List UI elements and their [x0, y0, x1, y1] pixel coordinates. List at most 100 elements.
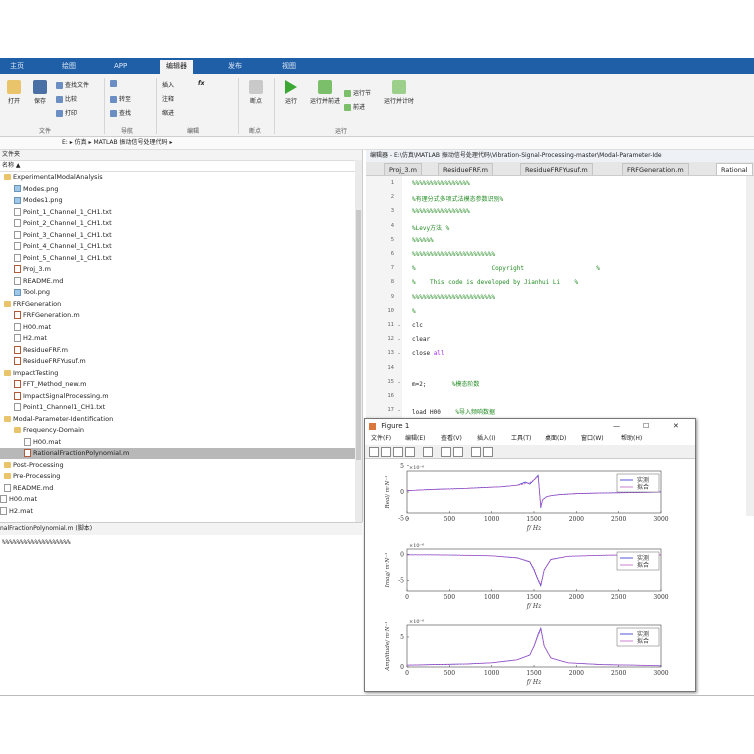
- save-button[interactable]: 保存: [30, 80, 50, 105]
- editor-scrollbar[interactable]: [746, 176, 754, 516]
- folder-item[interactable]: Modal-Parameter-Identification: [0, 414, 356, 425]
- file-item[interactable]: Point_3_Channel_1_CH1.txt: [0, 230, 362, 241]
- menu-file[interactable]: 文件(F): [371, 433, 391, 445]
- folder-item[interactable]: Pre-Processing: [0, 471, 356, 482]
- file-item[interactable]: Point_4_Channel_1_CH1.txt: [0, 241, 362, 252]
- code-line[interactable]: %%%%%%%%%%%%%%%%%%%%%%%: [412, 251, 495, 258]
- file-item[interactable]: RationalFractionPolynomial.m: [0, 448, 362, 459]
- file-item[interactable]: H00.mat: [0, 494, 352, 505]
- file-item[interactable]: H00.mat: [0, 437, 362, 448]
- file-item[interactable]: Modes.png: [0, 184, 362, 195]
- code-line[interactable]: %%%%%%%%%%%%%%%%: [412, 180, 470, 187]
- code-line[interactable]: %%%%%%%%%%%%%%%%%%%%%%%: [412, 294, 495, 301]
- indent-button[interactable]: 缩进: [162, 108, 174, 117]
- breakpoint-marker[interactable]: -: [398, 379, 400, 386]
- file-item[interactable]: Tool.png: [0, 287, 362, 298]
- editor-tab[interactable]: FRFGeneration.m: [622, 163, 689, 175]
- file-item[interactable]: H00.mat: [0, 322, 362, 333]
- menu-view[interactable]: 查看(V): [441, 433, 462, 445]
- file-item[interactable]: README.md: [0, 483, 356, 494]
- open-file-icon[interactable]: [381, 447, 391, 457]
- close-button[interactable]: ✕: [673, 419, 679, 433]
- folder-item[interactable]: ImpactTesting: [0, 368, 356, 379]
- folder-item[interactable]: Frequency-Domain: [0, 425, 362, 436]
- code-line[interactable]: m=2; %模态阶数: [412, 379, 479, 388]
- breakpoint-marker[interactable]: -: [398, 322, 400, 329]
- minimize-button[interactable]: —: [613, 419, 620, 433]
- editor-tab[interactable]: Proj_3.m: [384, 163, 422, 175]
- file-item[interactable]: ResidueFRF.m: [0, 345, 362, 356]
- code-line[interactable]: close all: [412, 350, 445, 357]
- file-item[interactable]: H2.mat: [0, 333, 362, 344]
- command-window[interactable]: %%%%%%%%%%%%%%%%%%%: [0, 535, 362, 695]
- editor-tab-active[interactable]: Rational: [716, 163, 753, 175]
- tab-publish[interactable]: 发布: [222, 60, 248, 73]
- file-item[interactable]: ImpactSignalProcessing.m: [0, 391, 362, 402]
- file-item[interactable]: FRFGeneration.m: [0, 310, 362, 321]
- new-figure-icon[interactable]: [369, 447, 379, 457]
- breakpoint-marker[interactable]: -: [398, 336, 400, 343]
- open-button[interactable]: 打开: [4, 80, 24, 105]
- file-item[interactable]: Point_2_Channel_1_CH1.txt: [0, 218, 362, 229]
- file-item[interactable]: Proj_3.m: [0, 264, 362, 275]
- code-line[interactable]: %Levy方法 %: [412, 223, 449, 232]
- editor-tab[interactable]: ResidueFRFYusuf.m: [520, 163, 593, 175]
- breakpoint-marker[interactable]: -: [398, 350, 400, 357]
- file-item[interactable]: ResidueFRFYusuf.m: [0, 356, 362, 367]
- maximize-button[interactable]: ☐: [643, 419, 649, 433]
- file-item[interactable]: Point_5_Channel_1_CH1.txt: [0, 253, 362, 264]
- code-line[interactable]: clear: [412, 336, 430, 343]
- folder-item[interactable]: FRFGeneration: [0, 299, 356, 310]
- menu-insert[interactable]: 插入(I): [477, 433, 495, 445]
- file-item[interactable]: Modes1.png: [0, 195, 362, 206]
- hide-plot-tools-icon[interactable]: [471, 447, 481, 457]
- comment-button[interactable]: 注释: [162, 94, 174, 103]
- run-section-button[interactable]: 运行节: [344, 88, 371, 97]
- code-line[interactable]: %有理分式多项式法模态参数识别%: [412, 194, 503, 203]
- menu-tools[interactable]: 工具(T): [511, 433, 531, 445]
- file-item[interactable]: Point1_Channel1_CH1.txt: [0, 402, 362, 413]
- figure-title-bar[interactable]: Figure 1 — ☐ ✕: [365, 419, 695, 433]
- tab-home[interactable]: 主页: [4, 60, 30, 73]
- code-line[interactable]: %: [412, 308, 416, 315]
- tab-plots[interactable]: 绘图: [56, 60, 82, 73]
- print-figure-icon[interactable]: [405, 447, 415, 457]
- menu-window[interactable]: 窗口(W): [581, 433, 604, 445]
- file-item[interactable]: Point_1_Channel_1_CH1.txt: [0, 207, 362, 218]
- file-item[interactable]: README.md: [0, 276, 362, 287]
- run-and-time-button[interactable]: 运行并计时: [384, 80, 414, 105]
- file-item[interactable]: FFT_Method_new.m: [0, 379, 362, 390]
- goto-button[interactable]: 转至: [110, 94, 131, 103]
- insert-colorbar-icon[interactable]: [441, 447, 451, 457]
- editor-tab[interactable]: ResidueFRF.m: [438, 163, 494, 175]
- breakpoints-button[interactable]: 断点: [244, 80, 268, 105]
- code-line[interactable]: %%%%%%%%%%%%%%%%: [412, 208, 470, 215]
- insert-legend-icon[interactable]: [453, 447, 463, 457]
- compare-button[interactable]: 比较: [56, 94, 77, 103]
- menu-desktop[interactable]: 桌面(D): [545, 433, 566, 445]
- tab-editor[interactable]: 编辑器: [160, 60, 193, 74]
- menu-help[interactable]: 帮助(H): [621, 433, 642, 445]
- folder-item[interactable]: ExperimentalModalAnalysis: [0, 172, 356, 183]
- file-item[interactable]: H2.mat: [0, 506, 352, 517]
- run-button[interactable]: 运行: [280, 80, 302, 105]
- tab-apps[interactable]: APP: [108, 60, 133, 73]
- insert-button[interactable]: 插入: [162, 80, 174, 89]
- edit-plot-icon[interactable]: [483, 447, 493, 457]
- name-column-header[interactable]: 名称 ▲: [0, 161, 362, 172]
- current-path[interactable]: E: ▸ 仿真 ▸ MATLAB 振动信号处理代码 ▸: [0, 139, 172, 146]
- code-line[interactable]: %%%%%%: [412, 237, 434, 244]
- code-line[interactable]: load H00 %导入频响数据: [412, 407, 495, 416]
- print-button[interactable]: 打印: [56, 108, 77, 117]
- advance-button[interactable]: 前进: [344, 102, 365, 111]
- run-advance-button[interactable]: 运行并前进: [310, 80, 340, 105]
- address-bar[interactable]: E: ▸ 仿真 ▸ MATLAB 振动信号处理代码 ▸: [0, 137, 754, 150]
- fx-button[interactable]: fx: [198, 80, 204, 87]
- find-button[interactable]: 查找: [110, 108, 131, 117]
- file-browser-scroll-thumb[interactable]: [356, 210, 361, 460]
- code-line[interactable]: % Copyright %: [412, 265, 600, 272]
- find-files-button[interactable]: 查找文件: [56, 80, 89, 89]
- folder-item[interactable]: Post-Processing: [0, 460, 356, 471]
- code-line[interactable]: % This code is developed by Jianhui Li %: [412, 279, 578, 286]
- save-figure-icon[interactable]: [393, 447, 403, 457]
